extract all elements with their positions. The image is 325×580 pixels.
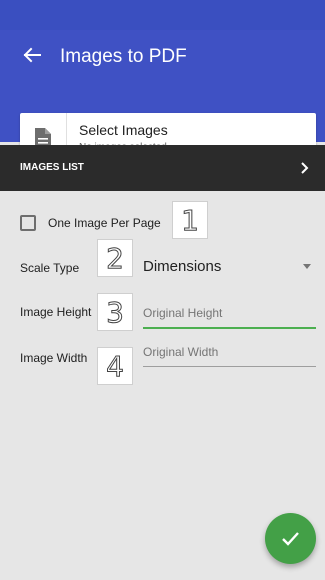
scale-type-value: Dimensions <box>143 258 222 275</box>
annotation-number-3: 3 <box>106 296 125 330</box>
annotation-number-2: 2 <box>106 242 125 276</box>
confirm-fab[interactable] <box>265 513 316 564</box>
annotation-badge-4: 4 <box>97 347 133 385</box>
image-width-input[interactable] <box>143 337 316 367</box>
image-height-input[interactable] <box>143 299 316 329</box>
chevron-right-icon <box>301 161 309 179</box>
annotation-badge-2: 2 <box>97 239 133 277</box>
image-height-label: Image Height <box>20 305 92 319</box>
images-list-header[interactable]: IMAGES LIST <box>0 145 325 191</box>
page-title: Images to PDF <box>60 46 187 67</box>
annotation-number-4: 4 <box>106 350 125 384</box>
one-image-per-page-checkbox[interactable] <box>20 215 36 231</box>
annotation-badge-3: 3 <box>97 293 133 331</box>
app-bar: Images to PDF Select Images No images se… <box>0 30 325 163</box>
options-panel: One Image Per Page 1 Scale Type 2 Dimens… <box>0 191 325 580</box>
annotation-badge-1: 1 <box>172 201 208 239</box>
back-arrow-icon[interactable] <box>22 45 42 65</box>
dropdown-arrow-icon <box>303 264 311 269</box>
checkmark-icon <box>282 532 299 546</box>
scale-type-dropdown[interactable]: Dimensions <box>143 253 316 279</box>
annotation-number-1: 1 <box>181 204 200 238</box>
one-image-per-page-label: One Image Per Page <box>48 216 161 230</box>
images-list-label: IMAGES LIST <box>20 162 84 173</box>
status-bar <box>0 0 325 30</box>
select-images-title: Select Images <box>79 122 168 138</box>
image-width-label: Image Width <box>20 351 88 365</box>
scale-type-label: Scale Type <box>20 261 80 275</box>
